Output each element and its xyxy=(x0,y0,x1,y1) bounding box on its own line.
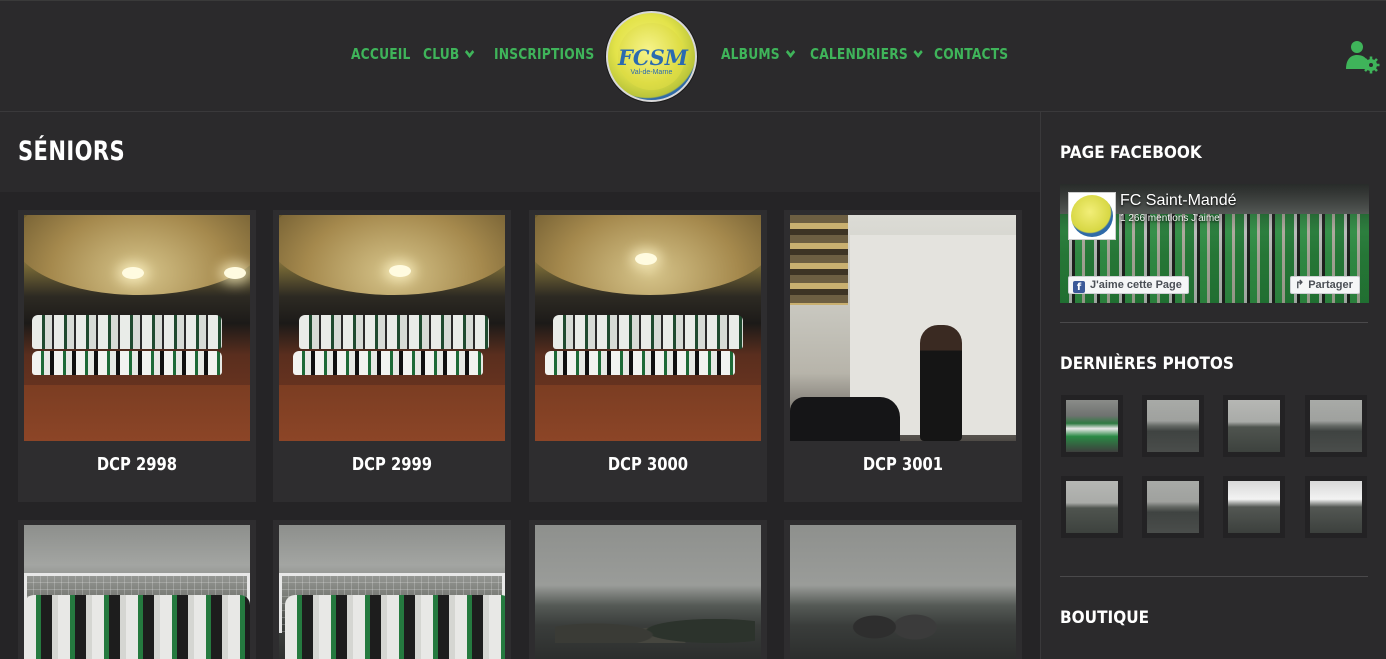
photo-lamp xyxy=(224,267,246,279)
chevron-down-icon xyxy=(785,46,795,58)
chevron-down-icon xyxy=(465,46,475,58)
user-gear-icon[interactable] xyxy=(1344,39,1380,75)
share-arrow-icon: ↱ xyxy=(1295,279,1305,291)
recent-photo-thumb[interactable] xyxy=(1223,476,1285,538)
photo-team xyxy=(24,595,250,659)
facebook-section-title: PAGE FACEBOOK xyxy=(1060,143,1202,163)
recent-photo-image xyxy=(1066,400,1118,452)
recent-photo-image xyxy=(1147,400,1199,452)
photo-caption: DCP 3001 xyxy=(862,454,944,475)
photo-team-back xyxy=(32,315,222,349)
recent-photo-thumb[interactable] xyxy=(1142,395,1204,457)
photo-thumbnail[interactable] xyxy=(24,215,250,441)
photo-lamp xyxy=(389,265,411,277)
facebook-widget[interactable]: FC Saint-Mandé 1 266 mentions J'aime f J'… xyxy=(1060,184,1369,303)
photo-trees xyxy=(555,603,755,643)
nav-albums-label: ALBUMS xyxy=(721,45,780,63)
photo-lamp xyxy=(122,267,144,279)
nav-albums[interactable]: ALBUMS xyxy=(721,45,795,63)
page-title: SÉNIORS xyxy=(18,136,126,167)
club-logo-small xyxy=(1071,195,1113,237)
photo-card[interactable]: DCP 2999 xyxy=(273,210,511,502)
photo-card[interactable] xyxy=(529,520,767,659)
photo-caption: DCP 2998 xyxy=(96,454,178,475)
photo-thumbnail[interactable] xyxy=(279,215,505,441)
recent-photo-image xyxy=(1310,400,1362,452)
facebook-like-label: J'aime cette Page xyxy=(1090,279,1182,291)
photo-thumbnail[interactable] xyxy=(790,525,1016,659)
photo-thumbnail[interactable] xyxy=(790,215,1016,441)
photo-card[interactable]: DCP 2998 xyxy=(18,210,256,502)
photo-team-front xyxy=(293,351,483,375)
photo-team-front xyxy=(32,351,222,375)
recent-photo-image xyxy=(1228,481,1280,533)
nav-contacts-label: CONTACTS xyxy=(934,45,1009,63)
nav-calendriers-label: CALENDRIERS xyxy=(810,45,908,63)
logo-subtext: Val-de-Marne xyxy=(630,69,673,76)
page-title-bar xyxy=(0,112,1040,192)
nav-club-label: CLUB xyxy=(423,45,460,63)
photo-card[interactable]: DCP 3001 xyxy=(784,210,1022,502)
photo-card[interactable] xyxy=(784,520,1022,659)
facebook-avatar[interactable] xyxy=(1068,192,1116,240)
nav-inscriptions-label: INSCRIPTIONS xyxy=(494,45,595,63)
sidebar-divider xyxy=(1060,322,1368,323)
photo-team-back xyxy=(553,315,743,349)
nav-calendriers[interactable]: CALENDRIERS xyxy=(810,45,924,63)
nav-inscriptions[interactable]: INSCRIPTIONS xyxy=(494,45,594,63)
photo-gallery: DCP 2998 DCP 2999 DCP 3000 DCP 3001 xyxy=(0,192,1040,659)
photo-floor xyxy=(535,385,761,441)
recent-photo-thumb[interactable] xyxy=(1142,476,1204,538)
photo-dome xyxy=(279,215,505,295)
photo-team xyxy=(285,595,505,659)
sidebar-divider xyxy=(1060,576,1368,577)
photo-person xyxy=(920,325,962,441)
facebook-like-button[interactable]: f J'aime cette Page xyxy=(1068,276,1189,294)
photo-thumbnail[interactable] xyxy=(279,525,505,659)
recent-photo-image xyxy=(1310,481,1362,533)
recent-photo-thumb[interactable] xyxy=(1223,395,1285,457)
photo-card[interactable] xyxy=(273,520,511,659)
logo-text: FCSM xyxy=(618,45,689,70)
photo-thumbnail[interactable] xyxy=(535,525,761,659)
photo-thumbnail[interactable] xyxy=(24,525,250,659)
photo-dome xyxy=(24,215,250,295)
facebook-share-button[interactable]: ↱ Partager xyxy=(1290,276,1360,294)
recent-photo-thumb[interactable] xyxy=(1061,476,1123,538)
photo-lamp xyxy=(635,253,657,265)
photo-caption: DCP 2999 xyxy=(351,454,433,475)
nav-accueil-label: ACCUEIL xyxy=(351,45,411,63)
site-header: ACCUEIL CLUB INSCRIPTIONS FCSM Val-de-Ma… xyxy=(0,0,1386,112)
photo-floor xyxy=(24,385,250,441)
facebook-page-name[interactable]: FC Saint-Mandé xyxy=(1120,192,1237,210)
recent-photo-image xyxy=(1066,481,1118,533)
recent-photo-thumb[interactable] xyxy=(1061,395,1123,457)
photo-card[interactable]: DCP 3000 xyxy=(529,210,767,502)
photo-trophy-shelf xyxy=(790,215,848,305)
photo-floor xyxy=(279,385,505,441)
club-logo[interactable]: FCSM Val-de-Marne xyxy=(606,11,697,102)
facebook-likes-count: 1 266 mentions J'aime xyxy=(1120,213,1220,224)
photo-card[interactable] xyxy=(18,520,256,659)
shop-section-title: BOUTIQUE xyxy=(1060,608,1150,628)
photo-people xyxy=(852,603,942,659)
photo-team-back xyxy=(299,315,489,349)
nav-accueil[interactable]: ACCUEIL xyxy=(351,45,411,63)
recent-photo-image xyxy=(1147,481,1199,533)
photo-caption: DCP 3000 xyxy=(607,454,689,475)
chevron-down-icon xyxy=(913,46,924,58)
facebook-share-label: Partager xyxy=(1308,279,1353,291)
photo-bags xyxy=(790,397,900,441)
nav-contacts[interactable]: CONTACTS xyxy=(934,45,1008,63)
club-logo-inner: FCSM Val-de-Marne xyxy=(618,23,689,90)
recent-photo-thumb[interactable] xyxy=(1305,395,1367,457)
recent-photo-image xyxy=(1228,400,1280,452)
facebook-icon: f xyxy=(1073,281,1085,293)
photo-thumbnail[interactable] xyxy=(535,215,761,441)
recent-photos-title: DERNIÈRES PHOTOS xyxy=(1060,354,1234,374)
recent-photo-thumb[interactable] xyxy=(1305,476,1367,538)
photo-team-front xyxy=(545,351,735,375)
nav-club[interactable]: CLUB xyxy=(423,45,475,63)
